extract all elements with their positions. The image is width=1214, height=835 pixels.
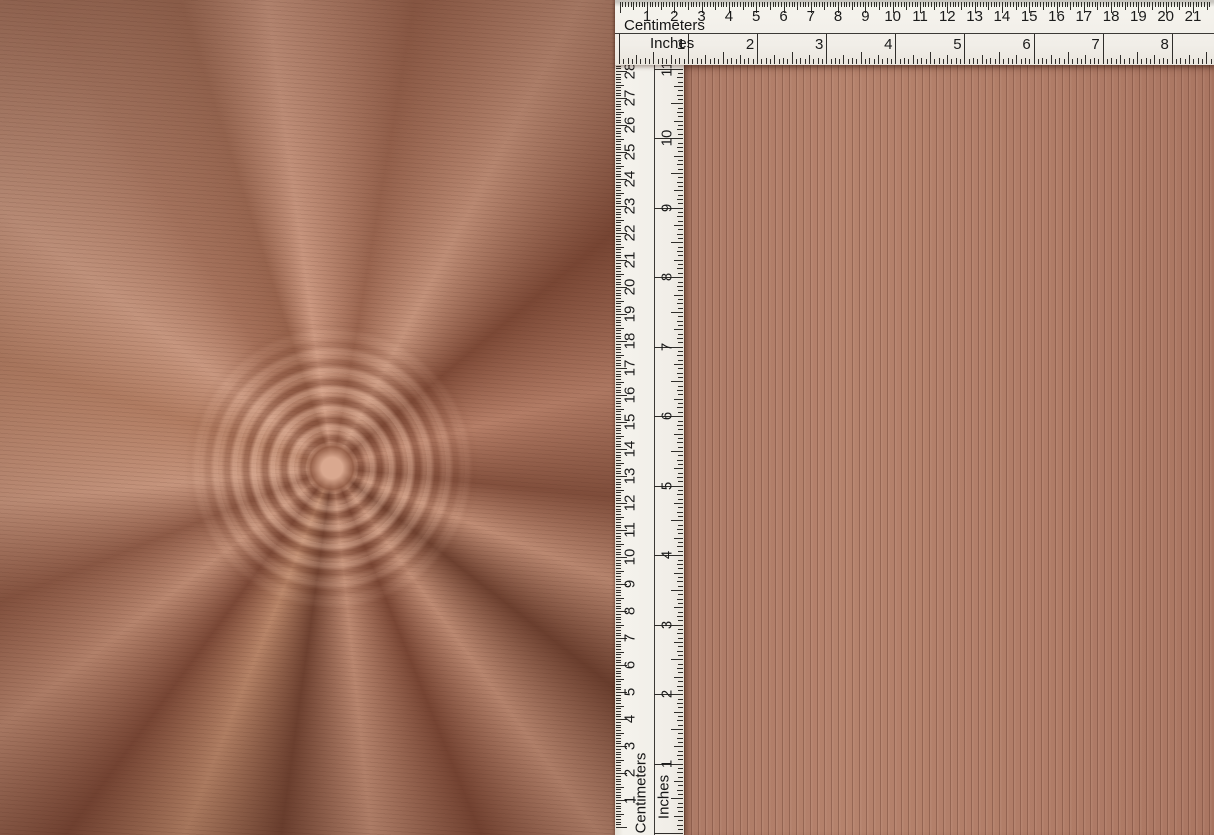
v-cm-number: 14 <box>623 441 638 458</box>
horizontal-ruler: 123456789101112131415161718192021 123456… <box>615 0 1214 65</box>
horizontal-inches-label: Inches <box>650 36 694 51</box>
v-cm-number: 21 <box>623 252 638 269</box>
h-cm-number: 6 <box>779 9 787 24</box>
h-cm-number: 9 <box>861 9 869 24</box>
v-cm-number: 7 <box>623 634 638 642</box>
v-cm-number: 17 <box>623 360 638 377</box>
h-inch-number: 6 <box>1022 37 1030 52</box>
v-cm-number: 18 <box>623 333 638 350</box>
h-inch-number: 5 <box>953 37 961 52</box>
v-cm-number: 9 <box>623 580 638 588</box>
flat-ribbed-fabric <box>684 65 1214 835</box>
h-cm-number: 17 <box>1075 9 1092 24</box>
horizontal-centimeters-label: Centimeters <box>624 18 705 33</box>
v-inch-number: 2 <box>660 690 675 698</box>
v-cm-number: 19 <box>623 306 638 323</box>
h-cm-number: 5 <box>752 9 760 24</box>
h-cm-number: 19 <box>1130 9 1147 24</box>
v-cm-number: 20 <box>623 279 638 296</box>
h-inch-number: 2 <box>746 37 754 52</box>
v-cm-number: 15 <box>623 414 638 431</box>
v-cm-number: 3 <box>623 742 638 750</box>
vertical-centimeters-label: Centimeters <box>634 753 649 834</box>
vertical-ruler-divider <box>654 0 655 835</box>
h-cm-number: 20 <box>1157 9 1174 24</box>
v-inch-number: 1 <box>660 760 675 768</box>
v-inch-number: 7 <box>660 343 675 351</box>
v-cm-number: 26 <box>623 117 638 134</box>
h-cm-number: 21 <box>1185 9 1202 24</box>
h-inch-number: 7 <box>1091 37 1099 52</box>
v-cm-number: 10 <box>623 549 638 566</box>
v-cm-number: 12 <box>623 495 638 512</box>
h-cm-number: 4 <box>725 9 733 24</box>
h-inch-number: 3 <box>815 37 823 52</box>
v-cm-number: 16 <box>623 387 638 404</box>
v-inch-number: 3 <box>660 621 675 629</box>
fabric-swirl-center <box>307 443 357 493</box>
v-cm-number: 5 <box>623 688 638 696</box>
v-inch-number: 6 <box>660 412 675 420</box>
h-cm-number: 7 <box>807 9 815 24</box>
h-cm-number: 16 <box>1048 9 1065 24</box>
v-cm-number: 24 <box>623 171 638 188</box>
vertical-inches-label: Inches <box>657 775 672 819</box>
v-cm-number: 8 <box>623 607 638 615</box>
h-cm-number: 13 <box>966 9 983 24</box>
h-inch-number: 8 <box>1161 37 1169 52</box>
v-inch-number: 10 <box>660 130 675 147</box>
v-inch-number: 9 <box>660 204 675 212</box>
v-cm-number: 4 <box>623 715 638 723</box>
h-cm-number: 8 <box>834 9 842 24</box>
h-inch-number: 4 <box>884 37 892 52</box>
h-cm-number: 10 <box>884 9 901 24</box>
v-inch-number: 5 <box>660 482 675 490</box>
v-cm-number: 23 <box>623 198 638 215</box>
fabric-product-photo: 1234567891011121314151617181920212223242… <box>0 0 1214 835</box>
h-cm-number: 18 <box>1103 9 1120 24</box>
v-cm-number: 13 <box>623 468 638 485</box>
h-cm-number: 11 <box>912 9 928 24</box>
v-inch-number: 4 <box>660 551 675 559</box>
v-cm-number: 6 <box>623 661 638 669</box>
h-cm-number: 14 <box>994 9 1011 24</box>
v-inch-number: 8 <box>660 273 675 281</box>
v-cm-number: 22 <box>623 225 638 242</box>
v-cm-number: 28 <box>623 63 638 80</box>
h-cm-number: 15 <box>1021 9 1038 24</box>
v-cm-number: 27 <box>623 90 638 107</box>
vertical-ruler: 1234567891011121314151617181920212223242… <box>615 0 684 835</box>
h-cm-number: 12 <box>939 9 956 24</box>
v-cm-number: 11 <box>623 522 638 538</box>
swirled-fabric-photo <box>0 0 616 835</box>
v-cm-number: 25 <box>623 144 638 161</box>
